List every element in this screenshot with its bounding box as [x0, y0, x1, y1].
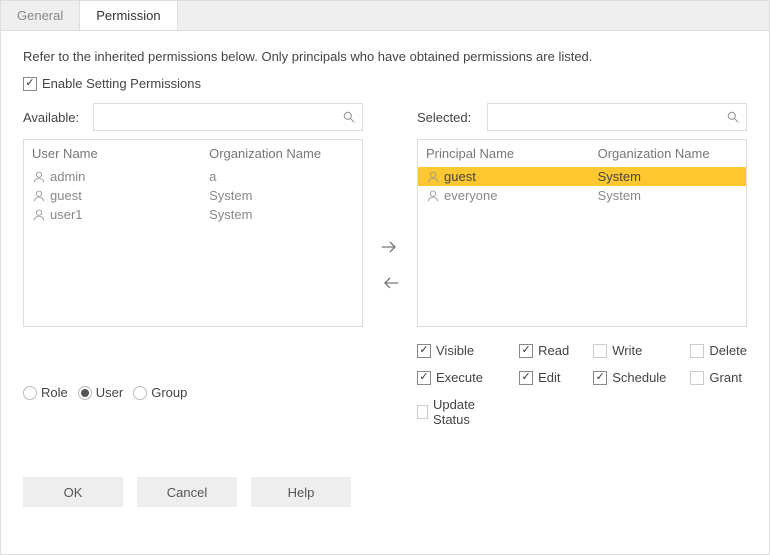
enable-permissions-checkbox[interactable]: Enable Setting Permissions: [23, 76, 201, 91]
tab-bar: General Permission: [1, 1, 769, 31]
perm-schedule-checkbox[interactable]: Schedule: [593, 370, 666, 385]
perm-write-checkbox[interactable]: Write: [593, 343, 666, 358]
tab-general[interactable]: General: [1, 1, 79, 30]
permissions-grid: Visible Read Write Delete Execute Edit S…: [417, 343, 747, 427]
radio-user[interactable]: User: [78, 385, 123, 400]
help-button[interactable]: Help: [251, 477, 351, 507]
available-list-header: User Name Organization Name: [24, 140, 362, 167]
perm-update_status-checkbox[interactable]: Update Status: [417, 397, 495, 427]
perm-delete-checkbox[interactable]: Delete: [690, 343, 747, 358]
selected-search[interactable]: [487, 103, 747, 131]
user-icon: [426, 189, 440, 203]
principal-type-radios: Role User Group: [23, 385, 363, 400]
perm-edit-checkbox[interactable]: Edit: [519, 370, 569, 385]
selected-list: Principal Name Organization Name guest S…: [417, 139, 747, 327]
move-left-button[interactable]: [379, 274, 401, 292]
user-icon: [32, 189, 46, 203]
selected-search-input[interactable]: [494, 110, 726, 125]
radio-group[interactable]: Group: [133, 385, 187, 400]
selected-list-header: Principal Name Organization Name: [418, 140, 746, 167]
arrow-right-icon: [380, 240, 400, 254]
list-row[interactable]: guest System: [24, 186, 362, 205]
available-search-input[interactable]: [100, 110, 342, 125]
checkbox-icon: [417, 344, 431, 358]
available-label: Available:: [23, 110, 85, 125]
checkbox-icon: [593, 371, 607, 385]
list-row[interactable]: everyone System: [418, 186, 746, 205]
ok-button[interactable]: OK: [23, 477, 123, 507]
perm-read-checkbox[interactable]: Read: [519, 343, 569, 358]
user-icon: [32, 170, 46, 184]
list-row[interactable]: guest System: [418, 167, 746, 186]
user-icon: [426, 170, 440, 184]
checkbox-icon: [519, 344, 533, 358]
arrow-left-icon: [380, 276, 400, 290]
list-row[interactable]: admin a: [24, 167, 362, 186]
radio-role[interactable]: Role: [23, 385, 68, 400]
search-icon: [342, 110, 356, 124]
move-right-button[interactable]: [379, 238, 401, 256]
user-icon: [32, 208, 46, 222]
perm-execute-checkbox[interactable]: Execute: [417, 370, 495, 385]
selected-label: Selected:: [417, 110, 479, 125]
cancel-button[interactable]: Cancel: [137, 477, 237, 507]
available-search[interactable]: [93, 103, 363, 131]
checkbox-icon: [690, 344, 704, 358]
intro-text: Refer to the inherited permissions below…: [23, 49, 747, 64]
checkbox-icon: [23, 77, 37, 91]
available-list: User Name Organization Name admin a gues…: [23, 139, 363, 327]
checkbox-icon: [417, 405, 428, 419]
tab-permission[interactable]: Permission: [79, 1, 177, 30]
perm-grant-checkbox[interactable]: Grant: [690, 370, 747, 385]
checkbox-icon: [519, 371, 533, 385]
checkbox-icon: [690, 371, 704, 385]
enable-permissions-label: Enable Setting Permissions: [42, 76, 201, 91]
perm-visible-checkbox[interactable]: Visible: [417, 343, 495, 358]
checkbox-icon: [593, 344, 607, 358]
checkbox-icon: [417, 371, 431, 385]
search-icon: [726, 110, 740, 124]
list-row[interactable]: user1 System: [24, 205, 362, 224]
